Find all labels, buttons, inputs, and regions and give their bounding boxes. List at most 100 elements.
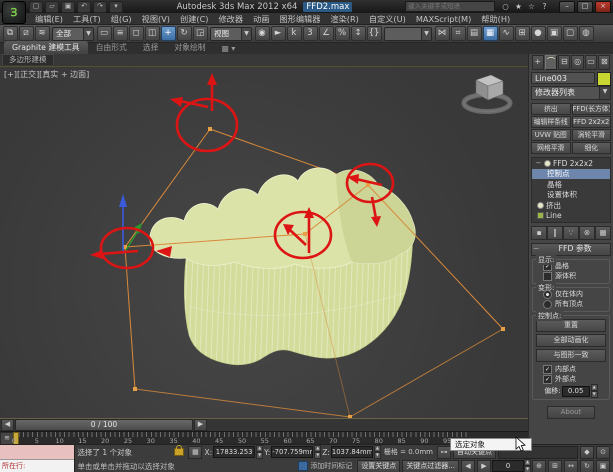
play-icon[interactable]: ▶: [477, 459, 491, 472]
display-tab[interactable]: ▭: [584, 55, 598, 70]
modifier-button-8[interactable]: 细化: [571, 142, 611, 154]
pan-icon[interactable]: ↔: [564, 459, 578, 472]
coord-spinner-3[interactable]: ▲ ▼: [373, 445, 381, 459]
motion-tab[interactable]: ◎: [571, 55, 584, 70]
menu-item-9[interactable]: 渲染(R): [325, 13, 363, 25]
show-end-result-icon[interactable]: ‖: [547, 226, 563, 240]
visibility-bulb-icon[interactable]: [537, 201, 544, 209]
ffd-model[interactable]: [149, 167, 416, 365]
menu-item-5[interactable]: 创建(C): [175, 13, 213, 25]
checkbox-icon[interactable]: ✓: [543, 374, 552, 384]
coord-field-1[interactable]: 17833.253: [213, 446, 256, 458]
named-sets-dropdown[interactable]: ▼: [384, 26, 432, 41]
deform-radio-2[interactable]: 所有顶点: [543, 299, 607, 309]
angle-snap-icon[interactable]: ∠: [318, 26, 334, 41]
next-frame-arrow[interactable]: ▶: [194, 419, 207, 432]
stack-item-3[interactable]: 晶格: [532, 179, 610, 190]
menu-item-2[interactable]: 工具(T): [68, 13, 106, 25]
window-crossing-icon[interactable]: ◫: [144, 26, 160, 41]
modifier-button-4[interactable]: FFD 2x2x2: [571, 116, 611, 128]
render-production-icon[interactable]: ◍: [578, 26, 594, 41]
current-frame-field[interactable]: 0: [492, 460, 524, 472]
zoom-icon[interactable]: ⊕: [532, 459, 546, 472]
select-and-manipulate-icon[interactable]: ►: [270, 26, 286, 41]
control-button-2[interactable]: 全部动画化: [536, 334, 606, 347]
material-editor-icon[interactable]: ●: [530, 26, 546, 41]
viewport[interactable]: [+][正交][真实 + 边面]: [0, 66, 528, 419]
hierarchy-tab[interactable]: ⊟: [558, 55, 571, 70]
menu-item-12[interactable]: 帮助(H): [476, 13, 515, 25]
listener-pane[interactable]: 所在行:: [0, 460, 75, 472]
modifier-button-3[interactable]: 编辑样条线: [531, 116, 571, 128]
modifier-button-2[interactable]: FFD(长方体): [571, 103, 611, 115]
maximize-viewport-icon[interactable]: ▣: [596, 459, 610, 472]
viewport-label[interactable]: [+][正交][真实 + 边面]: [4, 69, 89, 80]
previous-frame-icon[interactable]: ◀: [461, 459, 475, 472]
menu-item-1[interactable]: 编辑(E): [30, 13, 68, 25]
modifier-list-dropdown[interactable]: 修改器列表 ▼: [531, 86, 611, 100]
curve-editor-icon[interactable]: ∿: [498, 26, 514, 41]
track-bar-ruler[interactable]: ≋ 0 5 10 15 20 25 30 35 40 45 50 55 60 65 70 75 80 85 90 95…: [0, 431, 528, 446]
select-and-scale-icon[interactable]: ◲: [192, 26, 208, 41]
select-and-link-icon[interactable]: ⧉: [2, 26, 18, 41]
ribbon-tab-2[interactable]: 自由形式: [88, 41, 135, 54]
rectangular-selection-icon[interactable]: ◻: [128, 26, 144, 41]
align-icon[interactable]: ⌗: [450, 26, 466, 41]
layer-manager-icon[interactable]: ▤: [466, 26, 482, 41]
pin-stack-icon[interactable]: ▪: [531, 226, 547, 240]
about-button[interactable]: About: [547, 406, 595, 419]
quick-access-dropdown-icon[interactable]: ▾: [109, 0, 123, 13]
save-file-icon[interactable]: ▣: [61, 0, 75, 13]
display-checkbox-2[interactable]: 源体积: [543, 271, 607, 281]
percent-snap-icon[interactable]: %: [334, 26, 350, 41]
select-object-icon[interactable]: ▭: [96, 26, 112, 41]
ribbon-tab-1[interactable]: Graphite 建模工具: [4, 41, 88, 54]
close-button[interactable]: ×: [595, 0, 611, 13]
infocenter-search-input[interactable]: [405, 1, 495, 12]
unlink-selection-icon[interactable]: ⧄: [18, 26, 34, 41]
menu-item-8[interactable]: 图形编辑器: [274, 13, 325, 25]
stack-item-4[interactable]: 设置体积: [532, 190, 610, 201]
use-pivot-center-icon[interactable]: ◉: [254, 26, 270, 41]
ribbon-tab-4[interactable]: 对象绘制: [166, 41, 213, 54]
coord-spinner-2[interactable]: ▲ ▼: [314, 445, 322, 459]
modifier-button-5[interactable]: UVW 贴图: [531, 129, 571, 141]
reference-coordinate-dropdown[interactable]: 视图 ▼: [210, 26, 252, 41]
macro-recorder-pane[interactable]: [0, 445, 75, 460]
selection-lock-icon[interactable]: [174, 445, 185, 456]
offset-spinner[interactable]: ▲ ▼: [590, 384, 598, 398]
transform-gizmo[interactable]: [119, 193, 142, 254]
menu-item-11[interactable]: MAXScript(M): [411, 14, 476, 24]
stack-item-2[interactable]: 控制点: [532, 168, 610, 179]
viewport-canvas[interactable]: [0, 67, 528, 419]
application-menu-button[interactable]: Ɜ: [2, 1, 26, 24]
modifier-button-1[interactable]: 挤出: [531, 103, 571, 115]
ribbon-tab-3[interactable]: 选择: [135, 41, 167, 54]
point-checkbox-2[interactable]: ✓ 外部点: [543, 374, 607, 384]
frame-spinner[interactable]: ▲ ▼: [524, 459, 531, 472]
infocenter-search-icon[interactable]: ○: [500, 2, 511, 12]
make-unique-icon[interactable]: ∵: [563, 226, 579, 240]
expander-icon[interactable]: −: [535, 159, 542, 167]
menu-item-4[interactable]: 视图(V): [137, 13, 175, 25]
menu-item-6[interactable]: 修改器: [213, 13, 248, 25]
viewcube[interactable]: [461, 74, 513, 114]
modifier-button-7[interactable]: 网格平滑: [531, 142, 571, 154]
point-checkbox-1[interactable]: ✓ 内部点: [543, 364, 607, 374]
key-mode-toggle-icon[interactable]: ◆: [580, 445, 594, 459]
utilities-tab[interactable]: ⊠: [598, 55, 611, 70]
control-button-3[interactable]: 与图形一致: [536, 349, 606, 362]
visibility-bulb-icon[interactable]: [544, 159, 551, 167]
stack-item-6[interactable]: Line: [532, 211, 610, 222]
undo-icon[interactable]: ↶: [77, 0, 91, 13]
coord-field-2[interactable]: -707.759mm: [271, 446, 314, 458]
menu-item-7[interactable]: 动画: [248, 13, 274, 25]
favorites-icon[interactable]: ☆: [526, 2, 537, 12]
object-color-swatch[interactable]: [597, 72, 611, 86]
checkbox-icon[interactable]: [543, 271, 552, 281]
polygon-modeling-panel[interactable]: 多边形建模: [2, 54, 54, 66]
menu-item-10[interactable]: 自定义(U): [364, 13, 411, 25]
set-key-button[interactable]: 设置关键点: [357, 459, 401, 472]
redo-icon[interactable]: ↷: [93, 0, 107, 13]
graphite-ribbon-toggle-icon[interactable]: ▦: [482, 26, 498, 41]
